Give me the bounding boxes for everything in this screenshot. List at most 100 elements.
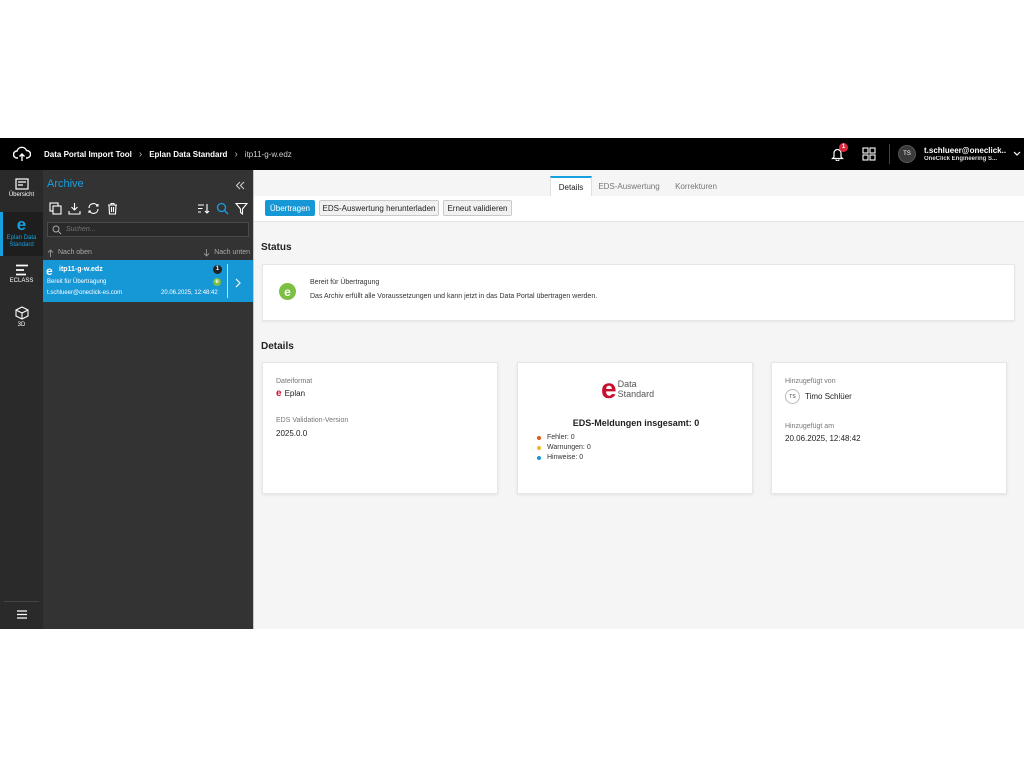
added-on-label: Hinzugefügt am [785,423,835,430]
archive-toolbar [48,201,120,216]
status-title: Bereit für Übertragung [310,279,380,286]
navigation-rail: Übersicht e Eplan Data Standard ECLASS 3… [0,170,43,629]
archive-status: Bereit für Übertragung [47,279,107,285]
overview-icon [14,178,29,190]
archive-toolbar-right [196,201,249,216]
rail-item-label: 3D [17,322,26,328]
divider [889,144,890,164]
search-field[interactable] [47,222,249,237]
status-description: Das Archiv erfüllt alle Voraussetzungen … [310,293,598,300]
status-card: e Bereit für Übertragung Das Archiv erfü… [262,264,1015,321]
notification-count-badge: 1 [839,143,848,152]
details-heading: Details [261,341,294,352]
app-grid-icon[interactable] [857,142,881,166]
rail-item-overview[interactable]: Übersicht [0,178,43,208]
archive-date: 20.06.2025, 12:48:42 [161,290,218,296]
user-menu[interactable]: t.schlueer@oneclick... OneClick Engineer… [924,146,1006,162]
rail-item-label: ECLASS [9,278,34,284]
eplan-data-standard-logo: e Data Standard [601,373,655,404]
format-value: Eplan [284,389,306,398]
search-icon [52,225,62,234]
main-content: Details EDS-Auswertung Korrekturen Übert… [254,170,1024,629]
warning-dot-icon [537,445,541,450]
chevron-right-icon[interactable] [235,275,241,293]
eds-total-messages: EDS-Meldungen insgesamt: 0 [572,418,700,428]
version-label: EDS Validation-Version [276,417,349,424]
divider [227,264,228,298]
breadcrumb-app[interactable]: Data Portal Import Tool [44,150,132,159]
sort-down-label: Nach unten [214,249,250,256]
hints-count: Hinweise: 0 [537,454,583,461]
divider [4,601,39,602]
transfer-button[interactable]: Übertragen [265,200,315,216]
archive-user: t.schlueer@oneclick-es.com [47,290,123,296]
eplan-e-icon: e [46,264,53,278]
rail-item-label: Übersicht [8,192,35,198]
delete-icon[interactable] [105,201,120,216]
top-bar: Data Portal Import Tool › Eplan Data Sta… [0,138,1024,170]
added-by-label: Hinzugefügt von [785,378,836,385]
chevron-down-icon[interactable] [1010,151,1024,157]
action-bar: Übertragen EDS-Auswertung herunterladen … [254,196,1024,222]
version-value: 2025.0.0 [276,429,308,438]
status-indicator-icon: e [213,278,221,286]
status-heading: Status [261,242,292,253]
archive-file-name: itp11-g-w.edz [59,266,103,273]
file-format-card: Dateiformat e Eplan EDS Validation-Versi… [262,362,498,494]
sort-up-label: Nach oben [58,249,92,256]
cube-icon [14,306,29,320]
rail-item-label: Eplan Data Standard [6,235,37,248]
breadcrumb-module[interactable]: Eplan Data Standard [149,150,227,159]
search-icon[interactable] [215,201,230,216]
added-on-value: 20.06.2025, 12:48:42 [785,434,861,443]
app-window: Data Portal Import Tool › Eplan Data Sta… [0,138,1024,629]
added-by-name: Timo Schlüer [805,392,852,401]
copy-icon[interactable] [48,201,63,216]
collapse-panel-icon[interactable] [235,177,245,195]
sort-row: Nach oben Nach unten [43,245,254,260]
errors-count: Fehler: 0 [537,434,575,441]
sort-down-button[interactable]: Nach unten [203,248,250,257]
archive-panel: Archive Nach oben Nach unten [43,170,254,629]
added-info-card: Hinzugefügt von TS Timo Schlüer Hinzugef… [771,362,1007,494]
breadcrumb-separator-icon: › [138,148,143,160]
tab-korrekturen[interactable]: Korrekturen [668,176,724,196]
search-input[interactable] [66,226,246,233]
arrow-down-icon [203,248,210,257]
download-icon[interactable] [67,201,82,216]
error-dot-icon [537,435,541,440]
arrow-up-icon [47,248,54,257]
avatar: TS [785,389,800,404]
revalidate-button[interactable]: Erneut validieren [443,200,512,216]
hamburger-menu-icon[interactable] [0,610,43,619]
download-evaluation-button[interactable]: EDS-Auswertung herunterladen [319,200,439,216]
filter-icon[interactable] [234,201,249,216]
user-avatar[interactable]: TS [898,145,916,163]
eclass-icon [15,264,28,276]
panel-title: Archive [47,178,84,190]
status-success-icon: e [279,283,296,300]
sort-up-button[interactable]: Nach oben [47,248,92,257]
sort-icon[interactable] [196,201,211,216]
tab-details[interactable]: Details [550,176,592,196]
rail-item-eclass[interactable]: ECLASS [0,264,43,294]
sync-icon[interactable] [86,201,101,216]
cloud-upload-logo-icon[interactable] [0,146,44,162]
user-organization: OneClick Engineering S... [924,156,998,162]
archive-list-item[interactable]: e itp11-g-w.edz Bereit für Übertragung t… [43,260,253,302]
hint-dot-icon [537,455,541,460]
warnings-count: Warnungen: 0 [537,444,591,451]
rail-item-3d[interactable]: 3D [0,306,43,336]
eds-messages-card: e Data Standard EDS-Meldungen insgesamt:… [517,362,753,494]
notifications-button[interactable]: 1 [825,142,849,166]
tab-eds-auswertung[interactable]: EDS-Auswertung [594,176,664,196]
format-value-row: e Eplan [276,388,305,399]
breadcrumb-file: itp11-g-w.edz [244,149,292,159]
format-label: Dateiformat [276,378,313,385]
rail-item-eplan-data-standard[interactable]: e Eplan Data Standard [0,212,43,256]
eplan-e-icon: e [276,388,282,399]
message-count-badge: 1 [213,265,222,274]
breadcrumb-separator-icon: › [234,148,238,160]
user-name: t.schlueer@oneclick... [924,146,1006,155]
added-by-row: TS Timo Schlüer [785,389,852,404]
